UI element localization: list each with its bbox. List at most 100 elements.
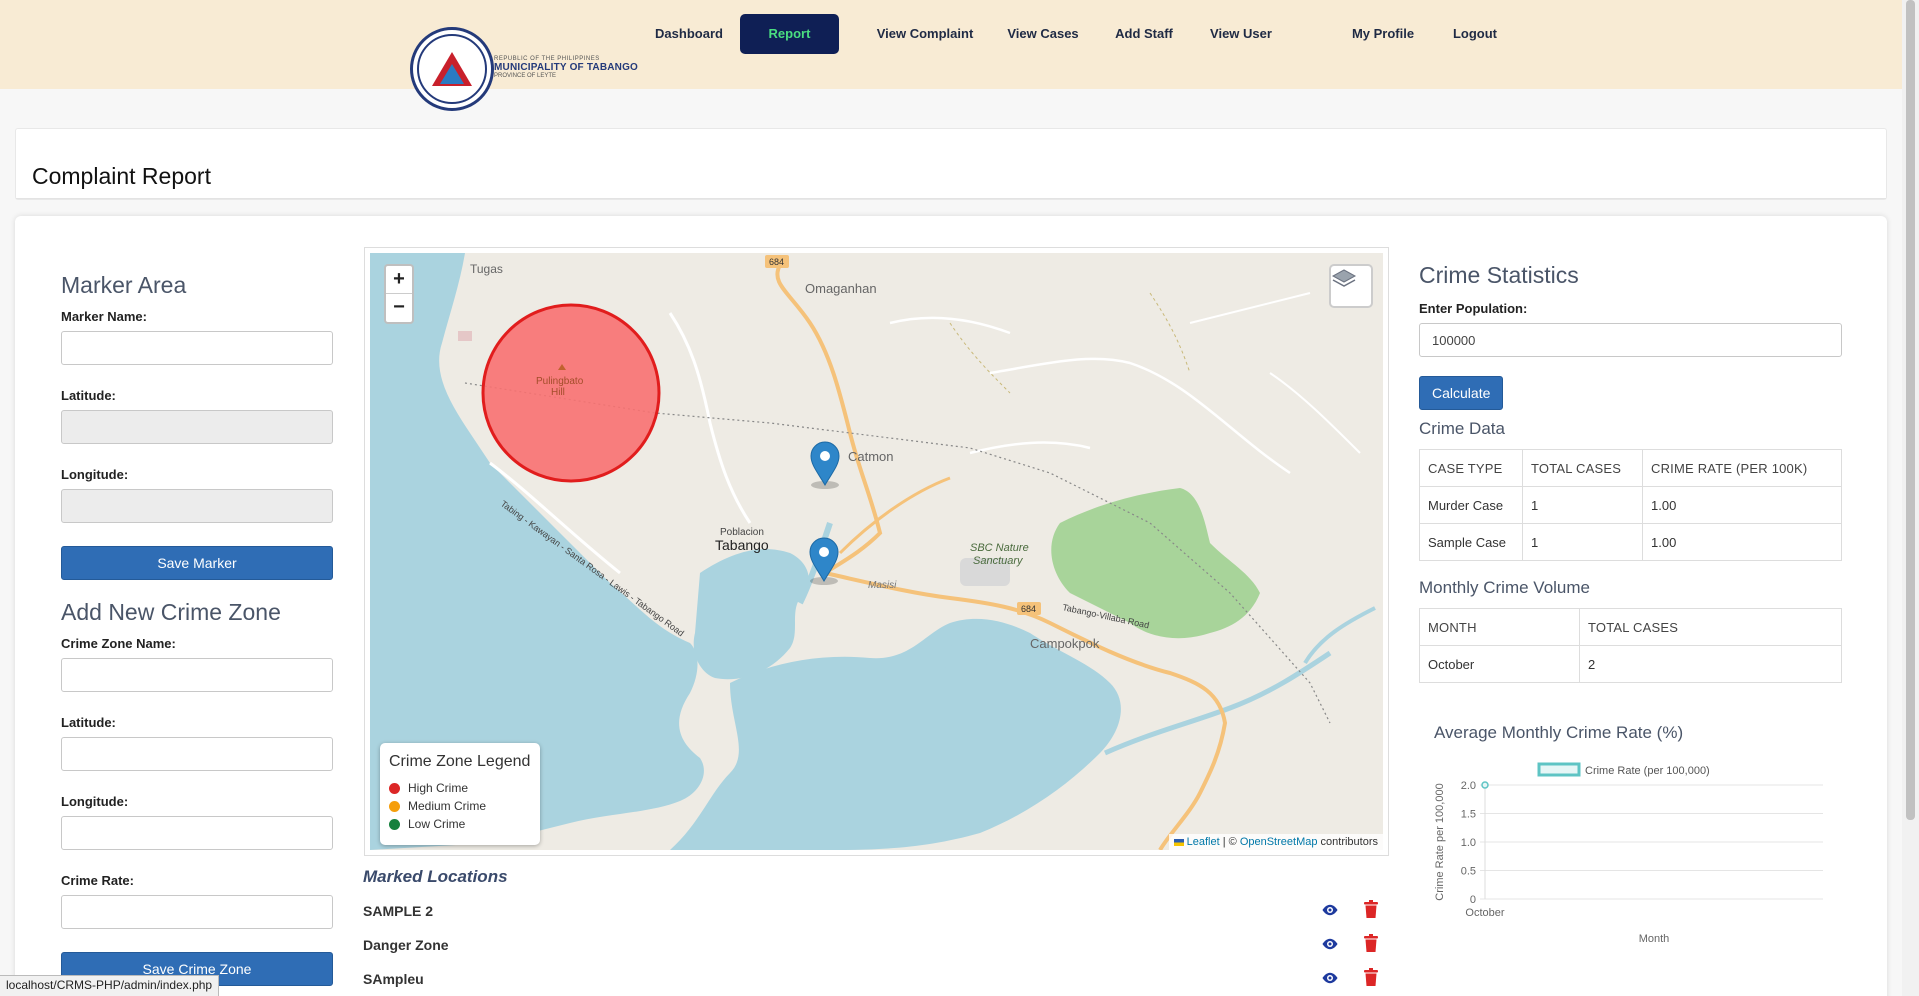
- eye-icon[interactable]: [1321, 969, 1339, 987]
- layers-control-button[interactable]: [1329, 264, 1373, 308]
- y-tick-label: 0.5: [1461, 866, 1476, 878]
- nav-view-complaint[interactable]: View Complaint: [866, 14, 984, 54]
- population-label: Enter Population:: [1419, 301, 1528, 316]
- bay-tabango: [693, 549, 809, 680]
- marker-latitude-input[interactable]: [61, 410, 333, 444]
- nav-report[interactable]: Report: [740, 14, 839, 54]
- label-hill-2: Hill: [551, 387, 565, 398]
- x-axis-title: Month: [1639, 933, 1670, 945]
- legend-item-medium: Medium Crime: [389, 797, 531, 815]
- monthly-volume-table: MONTH TOTAL CASES October 2: [1419, 608, 1842, 683]
- population-input[interactable]: [1419, 323, 1842, 357]
- scrollbar-thumb[interactable]: [1906, 0, 1915, 820]
- table-header-row: MONTH TOTAL CASES: [1419, 608, 1842, 646]
- nav-view-cases[interactable]: View Cases: [999, 14, 1087, 54]
- logo-line-3: PROVINCE OF LEYTE: [494, 73, 557, 79]
- label-sbc-1: SBC Nature: [970, 542, 1029, 554]
- zoom-out-button[interactable]: −: [386, 294, 412, 322]
- marker-name-input[interactable]: [61, 331, 333, 365]
- crime-statistics-heading: Crime Statistics: [1419, 262, 1579, 288]
- legend-dot-low: [389, 818, 400, 830]
- marker-lat-label: Latitude:: [61, 388, 116, 403]
- label-hill-1: Pulingbato: [536, 376, 584, 387]
- marker-name-label: Marker Name:: [61, 309, 147, 324]
- cell: Sample Case: [1419, 523, 1523, 561]
- leaflet-link[interactable]: Leaflet: [1187, 836, 1220, 848]
- map-marker-pin[interactable]: [810, 441, 840, 489]
- nav-view-user[interactable]: View User: [1202, 14, 1280, 54]
- page-scrollbar[interactable]: [1902, 0, 1919, 996]
- nav-logout[interactable]: Logout: [1446, 14, 1504, 54]
- list-item: SAmpleu: [363, 968, 1389, 996]
- col-crime-rate: CRIME RATE (PER 100K): [1642, 449, 1842, 487]
- osm-link[interactable]: OpenStreetMap: [1240, 836, 1318, 848]
- col-month: MONTH: [1419, 608, 1580, 646]
- data-point: [1481, 781, 1489, 789]
- page-title: Complaint Report: [32, 163, 211, 189]
- nav-add-staff[interactable]: Add Staff: [1104, 14, 1184, 54]
- trash-icon[interactable]: [1364, 968, 1378, 986]
- label-masisi: Masisi: [868, 580, 897, 591]
- y-axis-title: Crime Rate per 100,000: [1434, 783, 1446, 900]
- table-row: October 2: [1419, 645, 1842, 683]
- y-tick-label: 1.0: [1461, 837, 1476, 849]
- layers-icon: [1331, 269, 1357, 287]
- table-row: Murder Case 1 1.00: [1419, 486, 1842, 524]
- zoom-in-button[interactable]: +: [386, 266, 412, 294]
- label-omaganhan: Omaganhan: [805, 281, 877, 296]
- cell: 1.00: [1642, 523, 1842, 561]
- crime-zone-name-input[interactable]: [61, 658, 333, 692]
- cell: 1: [1522, 523, 1643, 561]
- leaflet-map[interactable]: Tugas Omaganhan Catmon Poblacion Tabango…: [370, 253, 1383, 850]
- page-title-card: Complaint Report: [15, 128, 1887, 200]
- cell: 2: [1579, 645, 1842, 683]
- marked-locations: Marked Locations SAMPLE 2 Danger Zone SA…: [363, 867, 1389, 996]
- y-tick-label: 0: [1470, 894, 1476, 906]
- main-nav: Dashboard Report View Complaint View Cas…: [0, 14, 1902, 54]
- nav-my-profile[interactable]: My Profile: [1345, 14, 1421, 54]
- y-tick-label: 1.5: [1461, 809, 1476, 821]
- eye-icon[interactable]: [1321, 901, 1339, 919]
- calculate-button[interactable]: Calculate: [1419, 376, 1504, 410]
- y-tick-label: 2.0: [1461, 780, 1476, 792]
- crime-zone-longitude-input[interactable]: [61, 816, 333, 850]
- label-road-684-south: 684: [1021, 604, 1036, 614]
- nav-dashboard[interactable]: Dashboard: [630, 14, 748, 54]
- legend-item-high: High Crime: [389, 779, 531, 797]
- table-header-row: CASE TYPE TOTAL CASES CRIME RATE (PER 10…: [1419, 449, 1842, 487]
- map-marker-pin[interactable]: [809, 537, 839, 585]
- col-total-cases: TOTAL CASES: [1522, 449, 1643, 487]
- top-navbar: Dashboard Report View Complaint View Cas…: [0, 0, 1902, 89]
- legend-label: Crime Rate (per 100,000): [1585, 765, 1710, 777]
- chart-title: Average Monthly Crime Rate (%): [1434, 723, 1684, 742]
- legend-item-low: Low Crime: [389, 815, 531, 833]
- cell: 1: [1522, 486, 1643, 524]
- marked-locations-heading: Marked Locations: [363, 867, 508, 886]
- browser-status-url: localhost/CRMS-PHP/admin/index.php: [0, 975, 220, 996]
- marker-lng-label: Longitude:: [61, 467, 129, 482]
- trash-icon[interactable]: [1364, 900, 1378, 918]
- crime-zone-name-label: Crime Zone Name:: [61, 636, 176, 651]
- ukraine-flag-icon: [1173, 838, 1184, 846]
- legend-title: Crime Zone Legend: [389, 753, 531, 770]
- zoom-control: + −: [384, 264, 414, 324]
- label-sbc-2: Sanctuary: [973, 555, 1024, 567]
- trash-icon[interactable]: [1364, 934, 1378, 952]
- crime-rate-input[interactable]: [61, 895, 333, 929]
- crime-zone-latitude-input[interactable]: [61, 737, 333, 771]
- list-item: SAMPLE 2: [363, 900, 1389, 937]
- marker-area-heading: Marker Area: [61, 272, 187, 298]
- marker-longitude-input[interactable]: [61, 489, 333, 523]
- crime-rate-chart: Crime Rate (per 100,000) 0 0.5 1.0 1.5 2.0 Oct…: [1434, 762, 1823, 945]
- crime-statistics: Crime Statistics Enter Population: Calcu…: [1419, 262, 1842, 702]
- save-marker-button[interactable]: Save Marker: [61, 546, 333, 580]
- crime-data-table: CASE TYPE TOTAL CASES CRIME RATE (PER 10…: [1419, 449, 1842, 561]
- label-road-684-north: 684: [769, 257, 784, 267]
- logo-line-2: MUNICIPALITY OF TABANGO: [494, 62, 639, 73]
- eye-icon[interactable]: [1321, 935, 1339, 953]
- map-container: Tugas Omaganhan Catmon Poblacion Tabango…: [364, 247, 1389, 856]
- location-name: SAMPLE 2: [363, 903, 434, 919]
- crime-zone-circle-high[interactable]: [481, 303, 661, 483]
- location-name: Danger Zone: [363, 937, 449, 953]
- crime-zone-heading: Add New Crime Zone: [61, 599, 281, 625]
